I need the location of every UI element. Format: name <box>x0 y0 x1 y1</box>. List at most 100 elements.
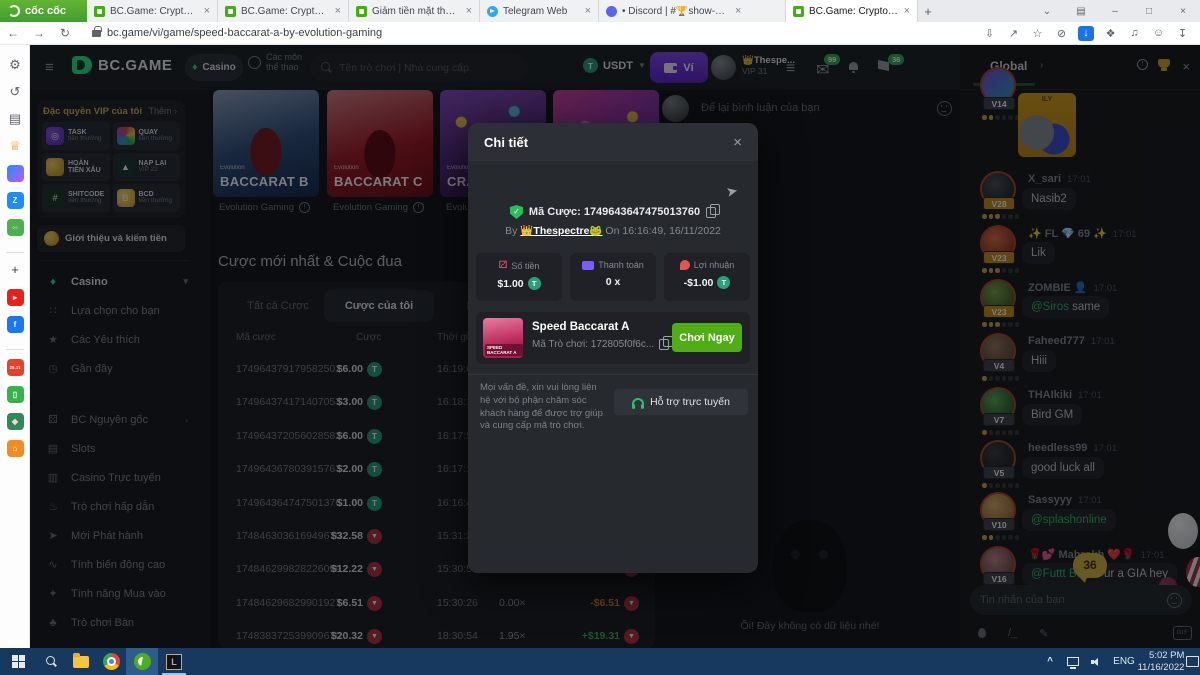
bets-tab-1[interactable]: Tất cả Cược <box>232 290 324 322</box>
browser-tab[interactable]: BC.Game: Crypto Casino Gam× <box>786 0 918 22</box>
maximize-button[interactable]: □ <box>1132 6 1166 17</box>
bettor-link[interactable]: 👑Thespectre🐸 <box>520 225 602 237</box>
gif-icon[interactable]: GIF <box>1173 626 1192 640</box>
forward-button[interactable]: → <box>26 26 52 40</box>
wallet-button[interactable]: Ví <box>650 52 708 83</box>
show-hidden-icons[interactable]: ^ <box>1040 648 1060 675</box>
vip-card-bcd[interactable]: BBCDtiền thưởng <box>113 184 181 212</box>
sidebar-item-tính-năng-mua-vào[interactable]: ✦Tính năng Mua vào <box>30 579 210 608</box>
vip-card-shitcode[interactable]: #SHITCODEtiền thưởng <box>42 184 110 212</box>
sale-25-11-icon[interactable]: 25.11 <box>0 359 30 376</box>
comment-box[interactable]: Để lại bình luận của bạn <box>662 92 952 124</box>
start-button[interactable] <box>0 648 36 675</box>
cart-icon[interactable]: ⌂ <box>0 440 30 457</box>
sidebar-item-casino-trực-tuyến[interactable]: ▥Casino Trực tuyến <box>30 463 210 492</box>
trophy-icon[interactable] <box>1158 59 1170 68</box>
vip-card-quay[interactable]: QUAYtiền thưởng <box>113 122 181 150</box>
network-icon[interactable] <box>1062 648 1084 675</box>
url-text[interactable]: bc.game/vi/game/speed-baccarat-a-by-evol… <box>107 27 382 39</box>
chat-close-icon[interactable]: × <box>1182 59 1190 74</box>
tab-close-icon[interactable]: × <box>335 5 341 17</box>
modal-close-icon[interactable]: × <box>733 134 742 151</box>
play-now-button[interactable]: Chơi Ngay <box>672 323 742 352</box>
sidebar-item-trò-chơi-hấp-dẫn[interactable]: ♨Trò chơi hấp dẫn <box>30 492 210 521</box>
tab-close-icon[interactable]: × <box>904 5 910 17</box>
rain-tip-icon[interactable] <box>978 628 986 638</box>
graduation-icon[interactable]: ◆ <box>0 413 30 430</box>
profile-icon[interactable]: ☺ <box>1151 27 1166 39</box>
language-indicator[interactable]: ENG <box>1110 648 1138 675</box>
newsfeed-icon[interactable]: ▤ <box>0 111 30 127</box>
bookmark-star-icon[interactable]: ☆ <box>1030 27 1045 40</box>
history-icon[interactable]: ↺ <box>0 84 30 100</box>
settings-gear-icon[interactable]: ⚙ <box>0 57 30 73</box>
action-center-button[interactable] <box>1184 648 1200 675</box>
browser-tab[interactable]: BC.Game: Crypto Casino Gam× <box>218 0 349 22</box>
browser-tab[interactable]: Giảm tiền mặt theo tiến hóa× <box>349 0 480 22</box>
youtube-icon[interactable]: ▸ <box>0 289 30 306</box>
info-icon[interactable]: ! <box>299 202 310 213</box>
tab-search-icon[interactable]: ⌄ <box>1030 6 1064 17</box>
live-support-button[interactable]: Hỗ trợ trực tuyến <box>614 389 748 415</box>
media-icon[interactable]: ♫ <box>1127 27 1142 39</box>
nav-sports-tab[interactable]: Các mônthể thao <box>248 52 302 73</box>
mention-link[interactable]: @Siros <box>1031 301 1069 313</box>
chevron-right-icon[interactable]: › <box>1040 60 1043 71</box>
chrome-button[interactable] <box>96 648 126 675</box>
pen-icon[interactable]: ✎ <box>1039 627 1048 640</box>
taskbar-search-button[interactable] <box>36 648 66 675</box>
chat-sticker[interactable]: ILY <box>1018 93 1076 157</box>
sidebar-item-tính-biến-động-cao[interactable]: ∿Tính biến động cao <box>30 550 210 579</box>
save-page-icon[interactable]: ⇩ <box>982 27 997 40</box>
chat-username[interactable]: THAIkiki17:01 <box>1028 389 1102 401</box>
browser-tab[interactable]: • Discord | #🏆show-off-you× <box>599 0 786 22</box>
vip-card-hoàn-tiền-xấu[interactable]: HOÀN TIỀN XẤU <box>42 153 110 181</box>
mention-link[interactable]: @splashonline <box>1031 514 1107 526</box>
currency-selector[interactable]: T USDT ▼ <box>583 58 646 73</box>
chat-username[interactable]: Sassyyy17:01 <box>1028 494 1102 506</box>
sidebar-item-slots[interactable]: ▤Slots <box>30 434 210 463</box>
browser-panel-icon[interactable]: ▤ <box>1064 6 1098 17</box>
table-row[interactable]: 174846296829901927$6.51▼15:30:260.00×-$6… <box>218 590 655 616</box>
share-icon[interactable]: ↗ <box>1006 27 1021 40</box>
browser-tab[interactable]: Telegram Web× <box>480 0 599 22</box>
bcgame-logo[interactable]: BC.GAME <box>72 56 172 74</box>
game-card-2[interactable]: EvolutionBACCARAT C <box>327 90 433 197</box>
zalo-icon[interactable]: Z <box>0 192 30 209</box>
referral-button[interactable]: Giới thiệu và kiếm tiền <box>37 225 185 252</box>
add-icon[interactable]: + <box>0 262 30 277</box>
emoji-icon[interactable] <box>937 101 952 116</box>
chat-username[interactable]: Faheed77717:01 <box>1028 335 1115 347</box>
menu-burger-icon[interactable]: ≡ <box>45 59 54 76</box>
lock-icon[interactable] <box>92 30 101 37</box>
game-card-1[interactable]: EvolutionBACCARAT B <box>213 90 319 197</box>
messenger-icon[interactable] <box>0 165 30 182</box>
table-row[interactable]: 174838372539909670$20.32▼18:30:541.95×+$… <box>218 623 655 648</box>
nav-casino-tab[interactable]: ♦ Casino <box>185 54 243 81</box>
coccoc-button[interactable] <box>126 648 158 675</box>
minimize-button[interactable]: – <box>1098 6 1132 17</box>
game-thumbnail[interactable]: SPEED BACCARAT A <box>483 318 523 358</box>
adblock-shield-icon[interactable]: ⊘ <box>1054 27 1069 40</box>
downloads-tray-icon[interactable]: ↧ <box>1175 27 1190 40</box>
chat-rules-icon[interactable]: ! <box>1137 59 1148 70</box>
copy-icon[interactable] <box>659 339 669 350</box>
download-icon[interactable]: ↓ <box>1078 26 1094 41</box>
tab-close-icon[interactable]: × <box>204 5 210 17</box>
tab-close-icon[interactable]: × <box>735 5 741 17</box>
chat-input[interactable]: Tin nhắn của bạn <box>970 585 1192 615</box>
copy-icon[interactable] <box>706 207 716 218</box>
chat-toggle-icon[interactable] <box>878 60 889 71</box>
mail-icon[interactable]: ✉99 <box>816 60 829 80</box>
battery-icon[interactable]: ▯ <box>0 386 30 403</box>
facebook-icon[interactable]: f <box>0 316 30 333</box>
reload-button[interactable]: ↻ <box>52 26 78 40</box>
league-of-legends-button[interactable]: L <box>158 648 190 675</box>
chat-username[interactable]: ZOMBIE 👤17:01 <box>1028 281 1117 294</box>
vip-card-nạp-lại[interactable]: ▲NẠP LẠIVIP 22 <box>113 153 181 181</box>
bets-tab-2[interactable]: Cược của tôi <box>324 290 434 322</box>
new-tab-button[interactable]: + <box>918 0 938 22</box>
new-messages-badge[interactable]: 36 <box>1073 553 1107 578</box>
sidebar-item-casino[interactable]: ♦Casino▾ <box>30 267 210 296</box>
game-search-input[interactable]: Tên trò chơi | Nhà cung cấp <box>310 54 528 81</box>
